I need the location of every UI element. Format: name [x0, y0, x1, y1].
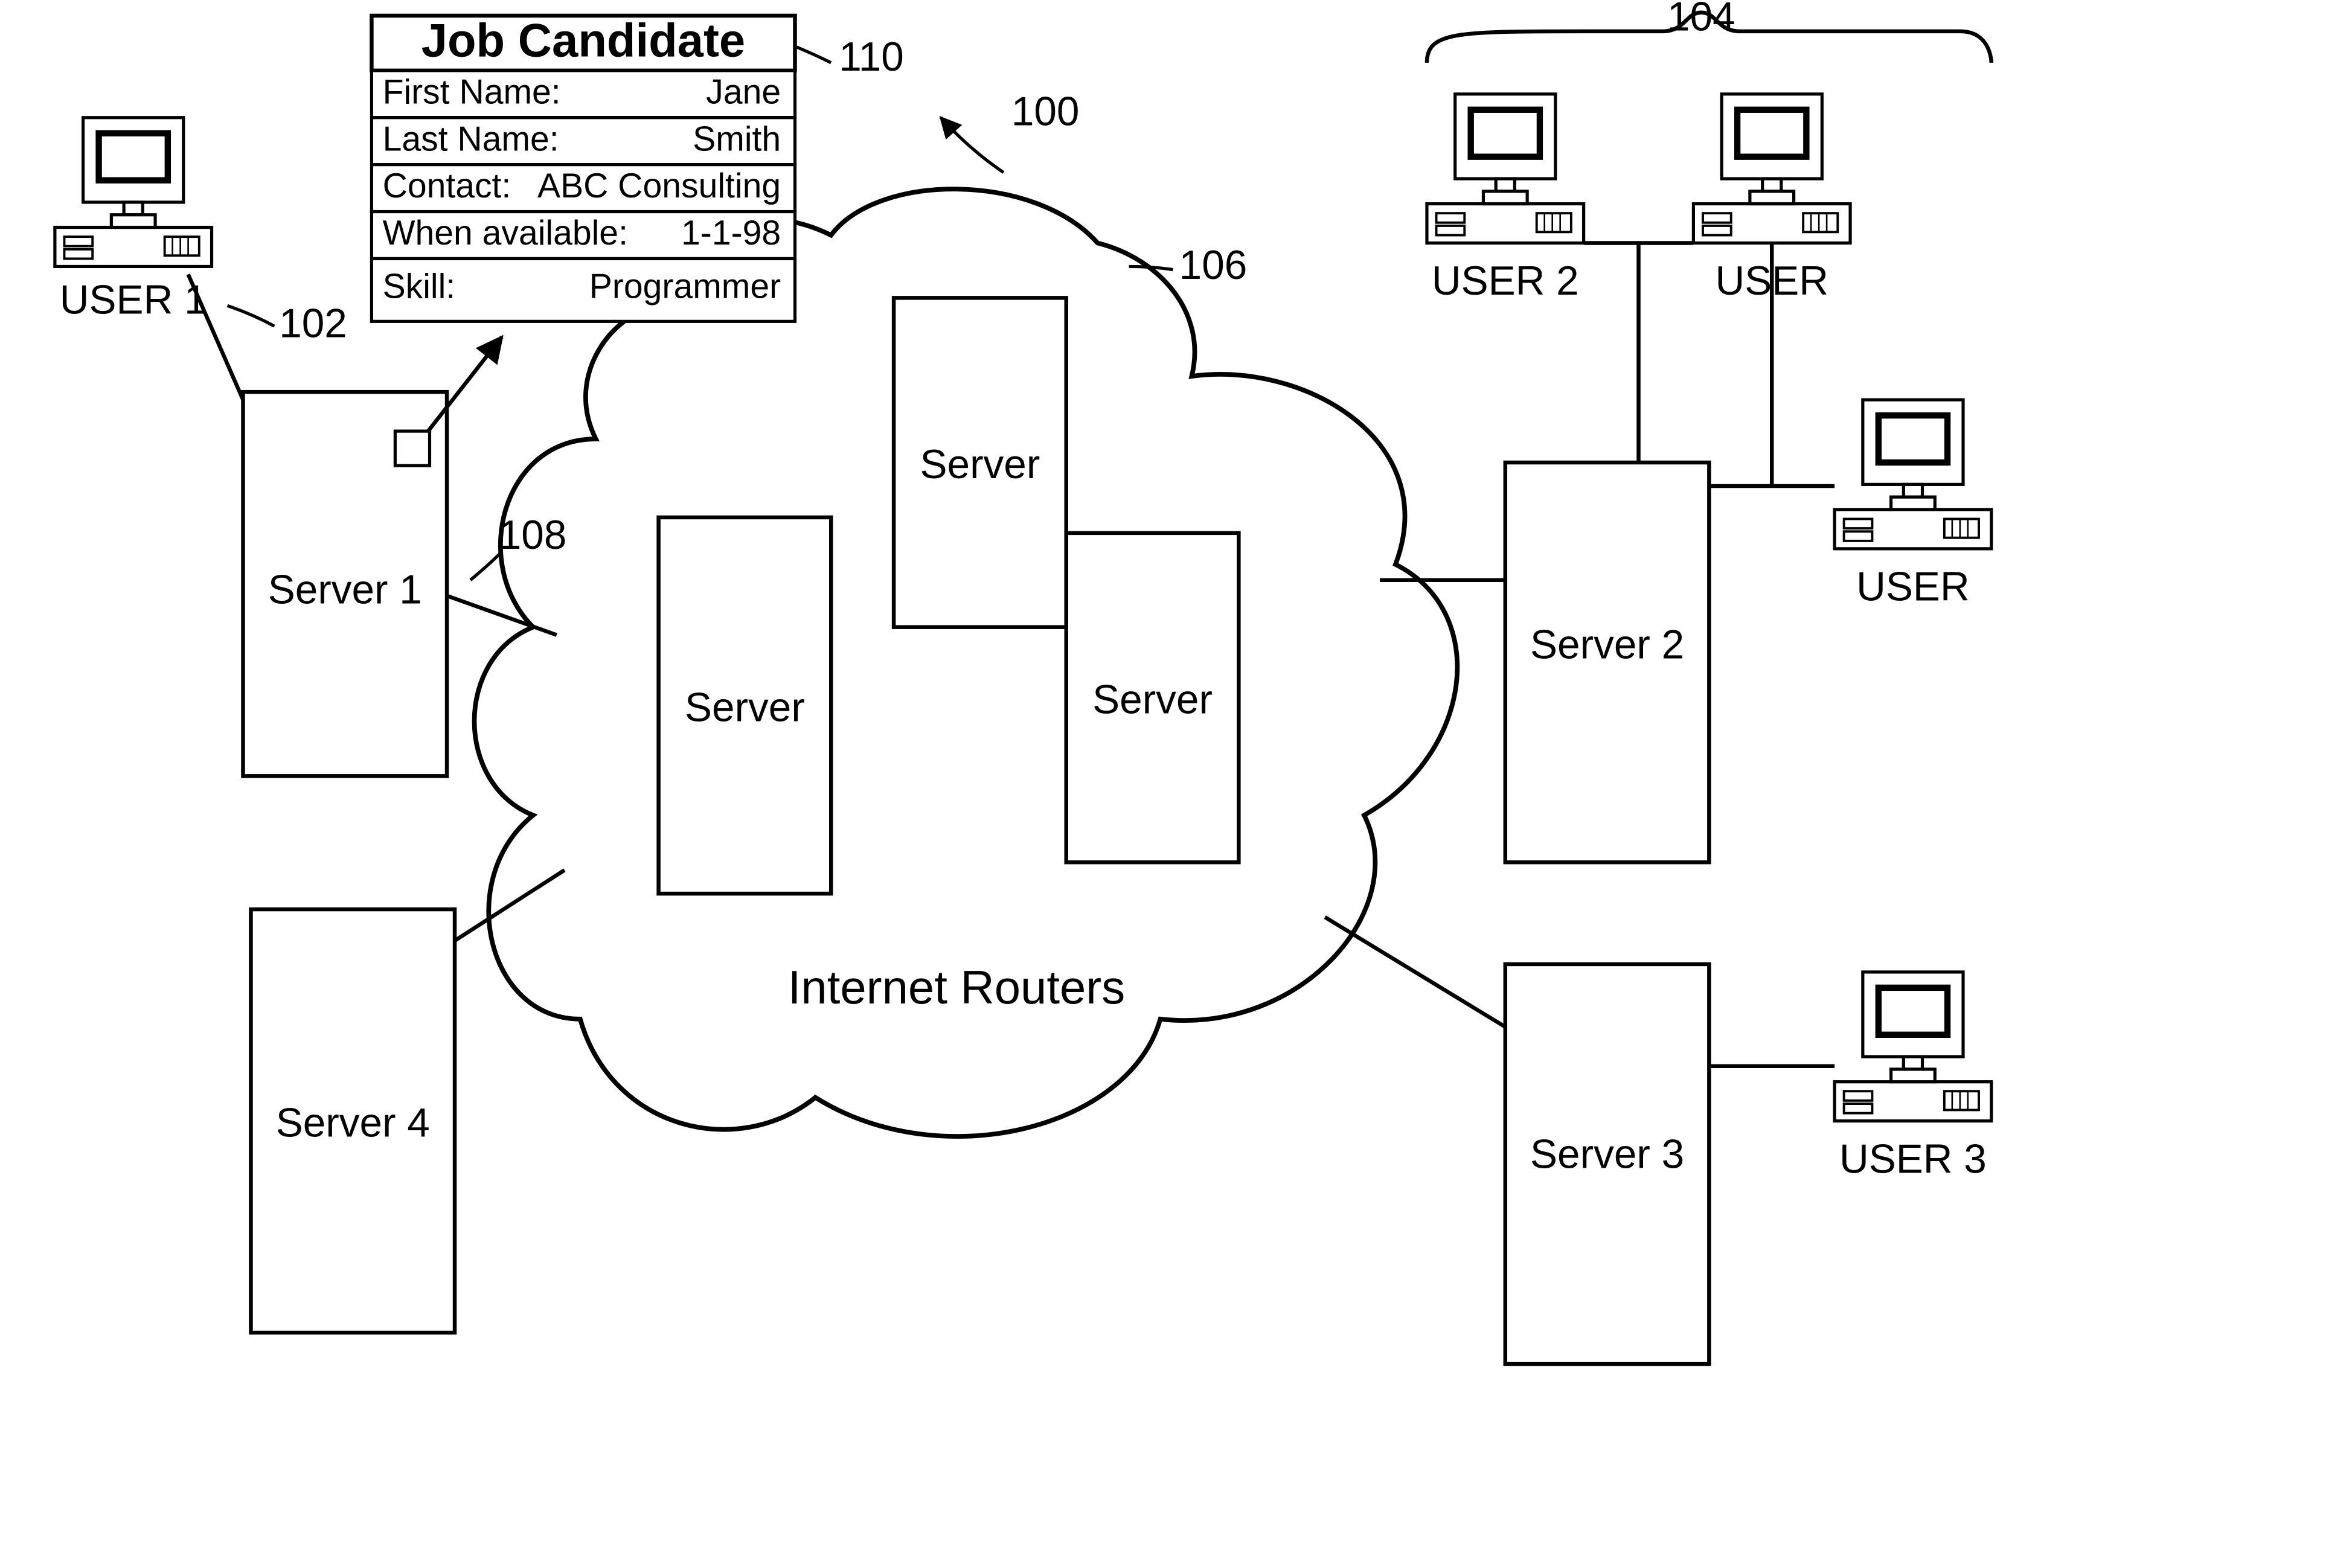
user-1-label: USER 1 — [60, 277, 207, 322]
cloud-server-label: Server — [685, 685, 805, 730]
card-row-label: Skill: — [383, 267, 456, 306]
server-4: Server 4 — [251, 909, 455, 1333]
card-row-label: First Name: — [383, 72, 561, 111]
ref-110: 110 — [839, 34, 904, 80]
cloud-server-label: Server — [920, 442, 1040, 487]
server-3: Server 3 — [1505, 964, 1710, 1364]
user-3-computer: USER 3 — [1834, 972, 1992, 1182]
card-row-label: Last Name: — [383, 120, 559, 158]
ref-106: 106 — [1179, 243, 1248, 288]
server-2: Server 2 — [1505, 462, 1710, 862]
cloud-caption: Internet Routers — [788, 961, 1125, 1014]
ref-108: 108 — [499, 513, 567, 558]
ref-100: 100 — [1011, 89, 1080, 135]
user-2c-label: USER — [1856, 565, 1970, 610]
card-row-value: 1-1-98 — [681, 214, 781, 252]
job-candidate-card: Job Candidate First Name: Jane Last Name… — [371, 13, 795, 321]
cloud-internet-routers: Server Server Server Internet Routers — [474, 189, 1457, 1136]
network-diagram: Server Server Server Internet Routers US… — [0, 0, 2352, 1568]
card-row-value: Jane — [706, 72, 781, 111]
card-row-value: Programmer — [589, 267, 781, 306]
server-3-label: Server 3 — [1530, 1132, 1684, 1177]
card-row-label: When available: — [383, 214, 628, 252]
user-2-label: USER 2 — [1432, 258, 1579, 304]
ref-104: 104 — [1667, 0, 1735, 40]
ref-102: 102 — [279, 301, 347, 346]
card-row-value: ABC Consulting — [537, 167, 781, 205]
user-1-computer: USER 1 — [55, 118, 212, 323]
server-2-label: Server 2 — [1530, 622, 1684, 668]
card-row-value: Smith — [693, 120, 781, 158]
card-title: Job Candidate — [421, 13, 746, 66]
card-row-label: Contact: — [383, 167, 511, 205]
server-1: Server 1 — [243, 392, 447, 776]
user-3-label: USER 3 — [1839, 1136, 1987, 1182]
server-1-label: Server 1 — [268, 568, 422, 613]
server-4-label: Server 4 — [276, 1101, 430, 1146]
cloud-server-label: Server — [1092, 677, 1213, 722]
